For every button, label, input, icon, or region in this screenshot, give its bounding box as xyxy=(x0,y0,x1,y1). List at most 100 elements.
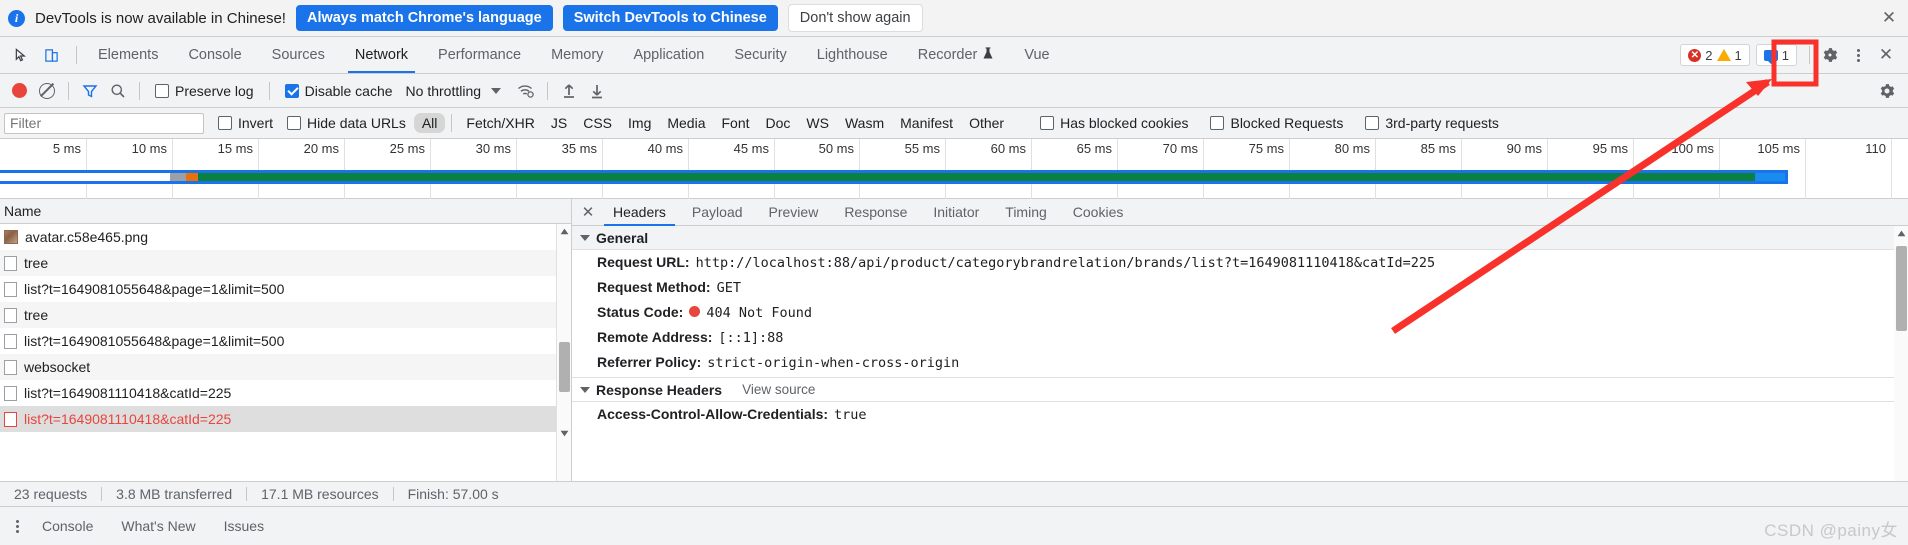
request-row[interactable]: tree xyxy=(0,302,571,328)
tab-initiator[interactable]: Initiator xyxy=(920,199,992,226)
scroll-up-icon[interactable] xyxy=(1894,226,1908,241)
request-row[interactable]: tree xyxy=(0,250,571,276)
kebab-menu-icon[interactable] xyxy=(6,515,28,537)
tab-lighthouse[interactable]: Lighthouse xyxy=(802,37,903,73)
tab-recorder[interactable]: Recorder xyxy=(903,37,1010,73)
network-overview-timeline[interactable]: 5 ms 10 ms 15 ms 20 ms 25 ms 30 ms 35 ms 40 ms 4… xyxy=(0,139,1908,199)
kebab-menu-icon[interactable] xyxy=(1844,41,1872,69)
scrollbar-thumb[interactable] xyxy=(1896,246,1907,331)
view-source-link[interactable]: View source xyxy=(742,382,815,397)
request-name: tree xyxy=(24,307,49,323)
type-filter-wasm[interactable]: Wasm xyxy=(837,113,892,133)
field-value: strict-origin-when-cross-origin xyxy=(707,355,960,371)
tab-network[interactable]: Network xyxy=(340,37,423,73)
type-filter-other[interactable]: Other xyxy=(961,113,1012,133)
type-filter-fetch-xhr[interactable]: Fetch/XHR xyxy=(458,113,542,133)
tab-payload[interactable]: Payload xyxy=(679,199,756,226)
drawer-tab-whats-new[interactable]: What's New xyxy=(107,518,209,534)
tab-sources[interactable]: Sources xyxy=(257,37,340,73)
type-filter-media[interactable]: Media xyxy=(659,113,713,133)
tab-security[interactable]: Security xyxy=(719,37,801,73)
search-icon[interactable] xyxy=(105,78,131,104)
scroll-up-icon[interactable] xyxy=(557,224,572,239)
switch-to-chinese-button[interactable]: Switch DevTools to Chinese xyxy=(562,5,778,31)
type-filter-all[interactable]: All xyxy=(413,113,446,133)
request-row[interactable]: list?t=1649081055648&page=1&limit=500 xyxy=(0,276,571,302)
tab-response[interactable]: Response xyxy=(831,199,920,226)
disable-cache-checkbox[interactable]: Disable cache xyxy=(278,83,400,99)
general-section-header[interactable]: General xyxy=(572,226,1908,250)
issue-counters[interactable]: ✕ 2 1 xyxy=(1680,44,1750,66)
type-filter-doc[interactable]: Doc xyxy=(758,113,799,133)
blocked-requests-checkbox[interactable]: Blocked Requests xyxy=(1210,115,1343,131)
drawer-tab-issues[interactable]: Issues xyxy=(210,518,278,534)
timeline-tick-label: 60 ms xyxy=(990,141,1026,156)
request-row[interactable]: websocket xyxy=(0,354,571,380)
timeline-tick-label: 110 xyxy=(1865,141,1886,156)
preserve-log-checkbox[interactable]: Preserve log xyxy=(148,83,261,99)
checkbox-box xyxy=(1365,116,1380,130)
type-filter-ws[interactable]: WS xyxy=(798,113,837,133)
tab-headers[interactable]: Headers xyxy=(600,199,679,226)
record-stop-icon[interactable] xyxy=(6,78,32,104)
inspect-cursor-icon[interactable] xyxy=(8,42,34,68)
info-icon: i xyxy=(8,9,25,27)
tab-cookies[interactable]: Cookies xyxy=(1060,199,1137,226)
timeline-tick-label: 50 ms xyxy=(818,141,854,156)
type-filter-css[interactable]: CSS xyxy=(575,113,620,133)
funnel-filter-icon[interactable] xyxy=(77,78,103,104)
type-filter-js[interactable]: JS xyxy=(543,113,575,133)
search-input[interactable] xyxy=(4,112,204,134)
tab-application[interactable]: Application xyxy=(618,37,719,73)
request-list-header[interactable]: Name xyxy=(0,199,571,224)
clear-icon[interactable] xyxy=(34,78,60,104)
request-row[interactable]: list?t=1649081055648&page=1&limit=500 xyxy=(0,328,571,354)
close-icon[interactable]: ✕ xyxy=(576,200,600,224)
always-match-language-button[interactable]: Always match Chrome's language xyxy=(295,5,553,31)
document-file-icon xyxy=(4,359,17,375)
device-toolbar-icon[interactable] xyxy=(38,42,64,68)
throttling-select[interactable]: No throttling xyxy=(402,83,505,99)
network-filter-row: Invert Hide data URLs All Fetch/XHR JS C… xyxy=(0,108,1908,139)
tab-label: Recorder xyxy=(917,47,978,63)
tab-console[interactable]: Console xyxy=(173,37,256,73)
tab-preview[interactable]: Preview xyxy=(756,199,832,226)
tab-timing[interactable]: Timing xyxy=(992,199,1060,226)
tab-performance[interactable]: Performance xyxy=(423,37,536,73)
timeline-idle-segment xyxy=(0,173,170,181)
scrollbar-thumb[interactable] xyxy=(559,342,570,392)
hide-data-urls-checkbox[interactable]: Hide data URLs xyxy=(287,115,406,131)
request-name: avatar.c58e465.png xyxy=(25,229,148,245)
type-filter-manifest[interactable]: Manifest xyxy=(892,113,961,133)
resource-type-filters: All Fetch/XHR JS CSS Img Media Font Doc … xyxy=(413,113,1012,133)
request-rows[interactable]: avatar.c58e465.png tree list?t=16490810556… xyxy=(0,224,571,481)
type-filter-font[interactable]: Font xyxy=(714,113,758,133)
network-conditions-icon[interactable] xyxy=(513,78,539,104)
type-filter-img[interactable]: Img xyxy=(620,113,659,133)
message-counter[interactable]: 1 xyxy=(1755,44,1797,66)
response-headers-section-header[interactable]: Response Headers View source xyxy=(572,378,1908,402)
import-har-icon[interactable] xyxy=(556,78,582,104)
request-row[interactable]: list?t=1649081110418&catId=225 xyxy=(0,406,571,432)
request-row[interactable]: avatar.c58e465.png xyxy=(0,224,571,250)
scroll-down-icon[interactable] xyxy=(557,426,572,441)
tab-vue[interactable]: Vue xyxy=(1009,37,1064,73)
dont-show-again-button[interactable]: Don't show again xyxy=(787,4,923,32)
tab-label: Sources xyxy=(271,47,325,63)
tab-elements[interactable]: Elements xyxy=(83,37,173,73)
request-name: list?t=1649081110418&catId=225 xyxy=(24,385,232,401)
tab-memory[interactable]: Memory xyxy=(536,37,618,73)
close-icon[interactable]: ✕ xyxy=(1872,41,1900,69)
has-blocked-cookies-checkbox[interactable]: Has blocked cookies xyxy=(1040,115,1188,131)
request-row[interactable]: list?t=1649081110418&catId=225 xyxy=(0,380,571,406)
invert-checkbox[interactable]: Invert xyxy=(218,115,273,131)
third-party-requests-checkbox[interactable]: 3rd-party requests xyxy=(1365,115,1499,131)
document-file-icon xyxy=(4,411,17,427)
gear-icon[interactable] xyxy=(1816,41,1844,69)
drawer-tab-console[interactable]: Console xyxy=(28,518,107,534)
export-har-icon[interactable] xyxy=(584,78,610,104)
network-settings-gear-icon[interactable] xyxy=(1874,78,1900,104)
request-list-scrollbar[interactable] xyxy=(556,224,571,481)
close-icon[interactable]: ✕ xyxy=(1880,9,1898,27)
details-scrollbar[interactable] xyxy=(1894,226,1908,481)
